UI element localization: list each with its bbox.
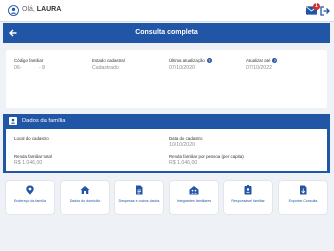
family-section-icon xyxy=(9,117,17,125)
ultima-atualizacao-value: 07/10/2020 xyxy=(169,65,195,71)
notification-badge: 1 xyxy=(313,3,320,10)
codigo-familiar-value-start: 06- xyxy=(14,65,22,71)
logout-icon[interactable] xyxy=(320,6,330,16)
despesas-outros-dados-button[interactable]: Despesas e outros dados xyxy=(115,181,163,214)
family-section-title: Dados da família xyxy=(22,118,66,124)
summary-card: Código familiar 06- - 8 Estado cadastral… xyxy=(6,50,327,108)
atualizar-ate-label: Atualizar até? xyxy=(246,58,278,64)
data-cadastro-value: 10/10/2020 xyxy=(169,142,195,148)
renda-per-capita-label: Renda familiar por pessoa (per capita) xyxy=(169,154,244,159)
top-bar: Olá, LAURA 1 xyxy=(0,0,334,22)
renda-total-label: Renda familiar total xyxy=(14,154,52,159)
greeting-text: Olá, xyxy=(22,6,35,13)
export-icon xyxy=(300,185,307,195)
action-label: Despesas e outros dados xyxy=(118,199,160,203)
location-pin-icon xyxy=(26,185,34,195)
codigo-familiar-value-end: - 8 xyxy=(39,65,46,71)
ultima-atualizacao-label: Última atualização? xyxy=(169,58,212,64)
responsavel-familiar-button[interactable]: Responsável familiar xyxy=(224,181,272,214)
atualizar-ate-value: 07/10/2022 xyxy=(246,65,272,71)
action-label: Responsável familiar xyxy=(231,199,265,203)
codigo-familiar-label: Código familiar xyxy=(14,58,44,63)
estado-cadastral-label: Estado cadastral xyxy=(92,58,125,63)
info-icon[interactable]: ? xyxy=(206,58,212,64)
local-cadastro-label: Local do cadastro xyxy=(14,136,49,141)
ultima-atualizacao-label-text: Última atualização xyxy=(169,58,205,63)
renda-per-capita-value: R$ 1.046,00 xyxy=(169,160,198,166)
atualizar-ate-label-text: Atualizar até xyxy=(246,58,271,63)
page-header: Consulta completa xyxy=(3,23,330,43)
action-label: Exportar Consulta xyxy=(288,199,318,203)
action-buttons: Endereço da família Dados do domicílio D… xyxy=(6,181,327,214)
house-icon xyxy=(80,186,90,194)
endereco-familia-button[interactable]: Endereço da família xyxy=(6,181,54,214)
family-card: Local do cadastro Data do cadastro 10/10… xyxy=(6,129,327,171)
action-label: Endereço da família xyxy=(14,199,46,203)
action-label: Dados do domicílio xyxy=(69,199,101,203)
greeting: Olá, LAURA xyxy=(22,6,61,13)
integrantes-familiares-button[interactable]: Integrantes familiares xyxy=(170,181,218,214)
renda-total-value: R$ 1.046,00 xyxy=(14,160,43,166)
estado-cadastral-value: Cadastrado xyxy=(92,65,119,71)
document-icon xyxy=(136,185,143,195)
exportar-consulta-button[interactable]: Exportar Consulta xyxy=(279,181,327,214)
user-name: LAURA xyxy=(36,6,62,13)
id-badge-icon xyxy=(244,185,252,195)
data-cadastro-label: Data do cadastro xyxy=(169,136,203,141)
family-house-icon xyxy=(189,186,199,195)
info-icon[interactable]: ? xyxy=(272,58,278,64)
action-label: Integrantes familiares xyxy=(176,199,212,203)
user-avatar-icon xyxy=(8,5,19,16)
page-title: Consulta completa xyxy=(135,29,198,36)
dados-domicilio-button[interactable]: Dados do domicílio xyxy=(61,181,109,214)
